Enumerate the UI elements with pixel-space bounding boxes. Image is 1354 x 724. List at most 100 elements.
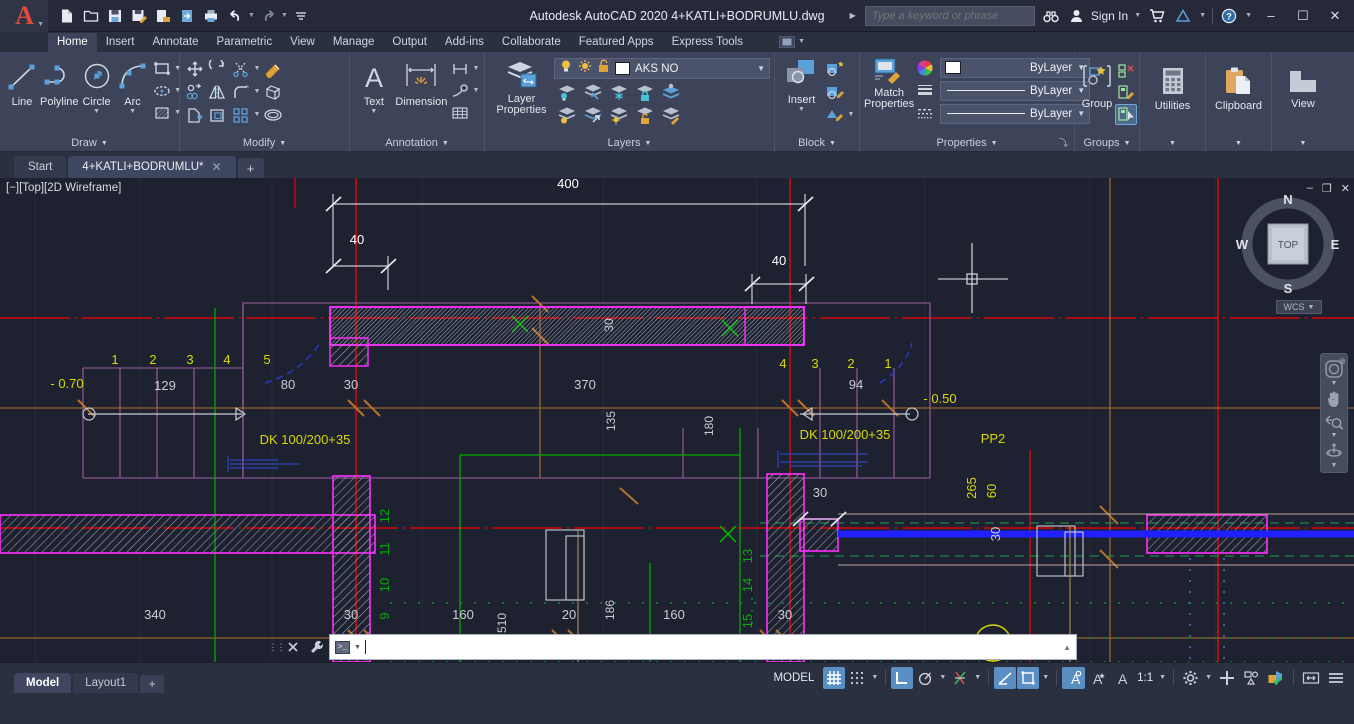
fillet-icon[interactable] <box>230 81 252 102</box>
wcs-selector[interactable]: WCS ▼ <box>1276 300 1322 314</box>
autodesk-store-cart-icon[interactable] <box>1147 6 1167 26</box>
new-layout-button[interactable]: + <box>140 674 165 693</box>
panel-properties-title[interactable]: Properties ▼ ⤵ <box>860 134 1074 152</box>
layer-turn-all-on-icon[interactable] <box>556 104 578 125</box>
layer-properties-button[interactable]: Layer Properties <box>489 56 554 116</box>
layer-thaw-all-icon[interactable] <box>608 104 630 125</box>
sign-in-dropdown-icon[interactable]: ▼ <box>1134 12 1141 19</box>
ribbon-tab-manage[interactable]: Manage <box>324 33 384 52</box>
ribbon-tab-add-ins[interactable]: Add-ins <box>436 33 493 52</box>
cad-drawing-canvas[interactable] <box>0 178 1354 662</box>
leader-icon[interactable] <box>449 80 471 101</box>
group-button[interactable]: Group <box>1079 58 1115 110</box>
autodesk-a360-icon[interactable] <box>1173 6 1193 26</box>
add-tools-plus-icon[interactable] <box>1215 667 1239 689</box>
array-icon[interactable] <box>230 104 252 125</box>
dimension-style-dropdown-icon[interactable]: ▼ <box>472 65 480 72</box>
layer-isolate-icon[interactable] <box>556 81 578 102</box>
chevron-down-icon[interactable]: ▼ <box>37 21 44 28</box>
ribbon-tab-output[interactable]: Output <box>383 33 436 52</box>
dimension-button[interactable]: Dimension <box>394 56 449 108</box>
array-dropdown-icon[interactable]: ▼ <box>253 111 261 118</box>
view-button[interactable]: View <box>1276 64 1330 110</box>
trim-icon[interactable] <box>230 58 252 79</box>
clipboard-button[interactable]: Clipboard <box>1210 62 1267 112</box>
save-icon[interactable] <box>104 5 126 27</box>
panel-view-title[interactable]: ▼ <box>1272 134 1334 152</box>
layer-unlock-icon[interactable] <box>634 104 656 125</box>
chevron-down-icon[interactable]: ▼ <box>1331 432 1338 440</box>
doc-tab-drawing[interactable]: 4+KATLI+BODRUMLU* ✕ <box>68 156 236 178</box>
edit-attribute-dropdown-icon[interactable]: ▼ <box>847 111 855 118</box>
chevron-down-icon[interactable]: ▼ <box>1235 140 1242 147</box>
ribbon-tab-insert[interactable]: Insert <box>97 33 144 52</box>
rotate-icon[interactable] <box>207 58 229 79</box>
viewport-maximize-icon[interactable]: ❐ <box>1322 182 1332 195</box>
minimize-button[interactable]: – <box>1258 1 1284 31</box>
pan-hand-icon[interactable] <box>1322 388 1346 410</box>
redo-dropdown-icon[interactable]: ▼ <box>281 12 288 19</box>
chevron-down-icon[interactable]: ▼ <box>1300 140 1307 147</box>
annotation-visibility-toggle[interactable]: A <box>1062 666 1086 689</box>
chevron-down-icon[interactable]: ▼ <box>757 64 765 73</box>
open-from-web-icon[interactable] <box>176 5 198 27</box>
chevron-down-icon[interactable]: ▼ <box>1124 140 1131 147</box>
snap-mode-toggle[interactable] <box>846 667 868 689</box>
wrench-icon[interactable] <box>305 634 329 660</box>
undo-icon[interactable] <box>224 5 246 27</box>
osnap-dropdown-icon[interactable]: ▼ <box>972 674 983 681</box>
fillet-dropdown-icon[interactable]: ▼ <box>253 88 261 95</box>
customization-hamburger-icon[interactable] <box>1324 667 1348 689</box>
snap-dropdown-icon[interactable]: ▼ <box>869 674 880 681</box>
chevron-down-icon[interactable]: ▼ <box>829 140 836 147</box>
display-drawing-grid-toggle[interactable] <box>823 666 846 689</box>
isolate-objects-icon[interactable] <box>1240 667 1263 689</box>
layer-freeze-icon[interactable] <box>608 81 630 102</box>
search-input[interactable] <box>871 9 1028 22</box>
panel-layers-title[interactable]: Layers ▼ <box>485 134 774 152</box>
chevron-down-icon[interactable]: ▼ <box>354 644 361 651</box>
circle-dropdown-icon[interactable]: ▼ <box>93 108 101 115</box>
open-file-icon[interactable] <box>80 5 102 27</box>
drawing-viewport[interactable]: 400 40 40 30 129 80 30 370 94 135 180 30 30 340 30 160 5… <box>0 178 1354 662</box>
trim-dropdown-icon[interactable]: ▼ <box>253 65 261 72</box>
ribbon-tab-featured-apps[interactable]: Featured Apps <box>570 33 663 52</box>
navigation-bar-close-icon[interactable]: ⊗ <box>1338 356 1346 367</box>
a360-dropdown-icon[interactable]: ▼ <box>1199 12 1206 19</box>
layout-tab-layout1[interactable]: Layout1 <box>73 672 139 693</box>
copy-icon[interactable] <box>184 81 206 102</box>
arc-button[interactable]: Arc ▼ <box>115 56 151 115</box>
help-dropdown-icon[interactable]: ▼ <box>1245 12 1252 19</box>
hatch-icon[interactable] <box>151 102 173 123</box>
lightbulb-on-icon[interactable] <box>559 59 573 78</box>
object-snap-tracking-toggle[interactable] <box>994 666 1017 689</box>
chevron-down-icon[interactable]: ▼ <box>1169 140 1176 147</box>
insert-dropdown-icon[interactable]: ▼ <box>798 106 806 113</box>
ribbon-tab-view[interactable]: View <box>281 33 324 52</box>
color-wheel-icon[interactable] <box>914 57 936 78</box>
ribbon-display-icon[interactable] <box>778 36 795 48</box>
chevron-down-icon[interactable]: ▼ <box>1331 462 1338 470</box>
scale-dropdown-icon[interactable]: ▼ <box>1157 674 1168 681</box>
stretch-icon[interactable] <box>184 104 206 125</box>
chevron-down-icon[interactable]: ▼ <box>645 140 652 147</box>
viewport-label[interactable]: [−][Top][2D Wireframe] <box>6 182 121 194</box>
match-properties-button[interactable]: Match Properties <box>864 55 914 110</box>
leader-dropdown-icon[interactable]: ▼ <box>472 87 480 94</box>
panel-groups-title[interactable]: Groups ▼ <box>1075 134 1139 152</box>
polar-tracking-toggle[interactable] <box>914 667 936 689</box>
layer-make-current-icon[interactable] <box>660 81 682 102</box>
save-as-icon[interactable] <box>128 5 150 27</box>
workspace-switching-gear-icon[interactable] <box>1179 667 1202 689</box>
chevron-down-icon[interactable]: ▼ <box>442 140 449 147</box>
chevron-down-icon[interactable]: ▼ <box>101 140 108 147</box>
ungroup-icon[interactable] <box>1115 60 1137 81</box>
edit-block-icon[interactable] <box>824 81 846 102</box>
text-dropdown-icon[interactable]: ▼ <box>370 108 378 115</box>
navigation-bar[interactable]: ▼ ▼ ▼ <box>1320 353 1348 473</box>
line-button[interactable]: Line <box>4 56 40 108</box>
polar-dropdown-icon[interactable]: ▼ <box>937 674 948 681</box>
lineweight-dropdown-icon[interactable]: ▼ <box>1040 674 1051 681</box>
search-box[interactable] <box>864 5 1035 26</box>
mirror-icon[interactable] <box>207 81 229 102</box>
